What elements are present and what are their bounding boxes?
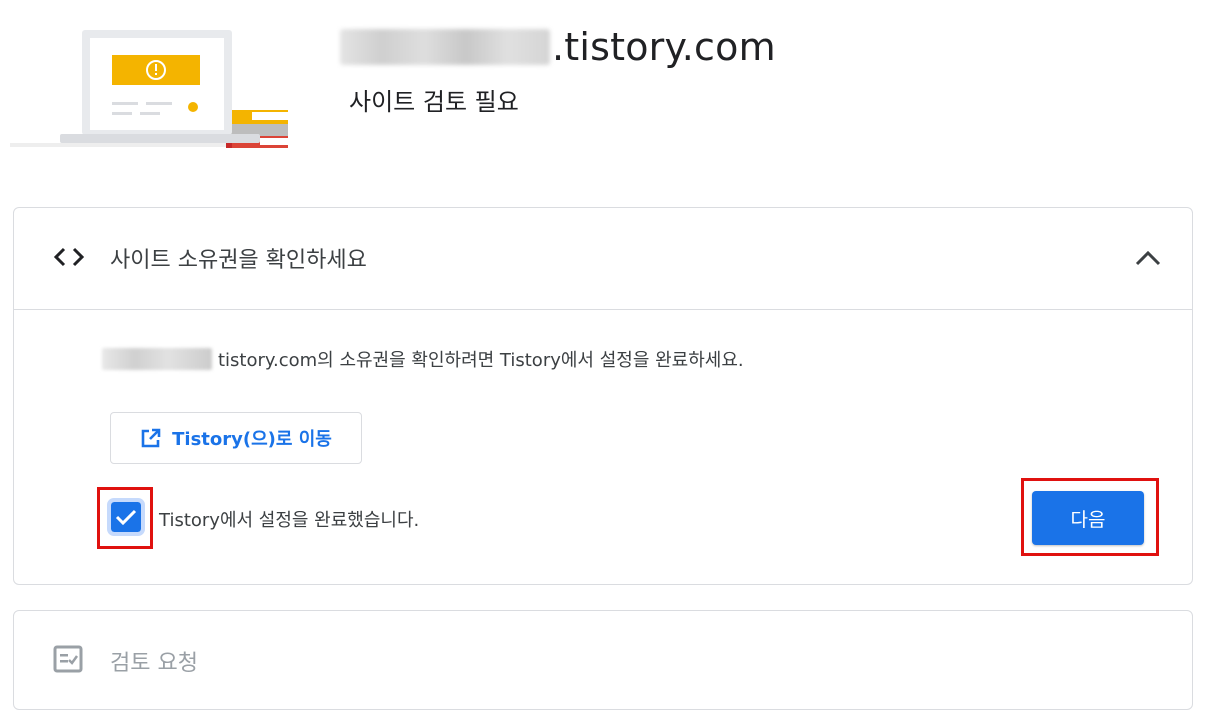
redacted-subdomain	[102, 348, 212, 370]
fact-check-icon	[53, 645, 83, 673]
goto-tistory-button[interactable]: Tistory(으)로 이동	[110, 412, 362, 464]
ownership-card-header[interactable]: 사이트 소유권을 확인하세요	[14, 208, 1192, 310]
ownership-description: tistory.com의 소유권을 확인하려면 Tistory에서 설정을 완료…	[102, 346, 744, 372]
ownership-card: 사이트 소유권을 확인하세요 tistory.com의 소유권을 확인하려면 T…	[13, 207, 1193, 585]
review-section-title: 검토 요청	[110, 651, 198, 676]
domain-suffix: .tistory.com	[552, 25, 776, 69]
site-review-illustration	[10, 30, 288, 148]
chevron-up-icon	[1135, 250, 1161, 266]
code-icon	[53, 247, 85, 267]
review-request-card[interactable]: 검토 요청	[13, 610, 1193, 710]
ownership-section-title: 사이트 소유권을 확인하세요	[110, 248, 367, 273]
check-icon	[115, 509, 137, 526]
description-text: tistory.com의 소유권을 확인하려면 Tistory에서 설정을 완료…	[218, 350, 744, 371]
redacted-subdomain	[340, 29, 550, 65]
next-button[interactable]: 다음	[1032, 491, 1144, 545]
open-in-new-icon	[141, 428, 161, 448]
collapse-button[interactable]	[1128, 238, 1168, 278]
site-domain: .tistory.com	[340, 22, 776, 72]
setup-complete-checkbox[interactable]	[107, 498, 145, 536]
page-subtitle: 사이트 검토 필요	[349, 88, 519, 116]
goto-tistory-label: Tistory(으)로 이동	[172, 429, 332, 450]
setup-complete-label[interactable]: Tistory에서 설정을 완료했습니다.	[159, 506, 419, 532]
